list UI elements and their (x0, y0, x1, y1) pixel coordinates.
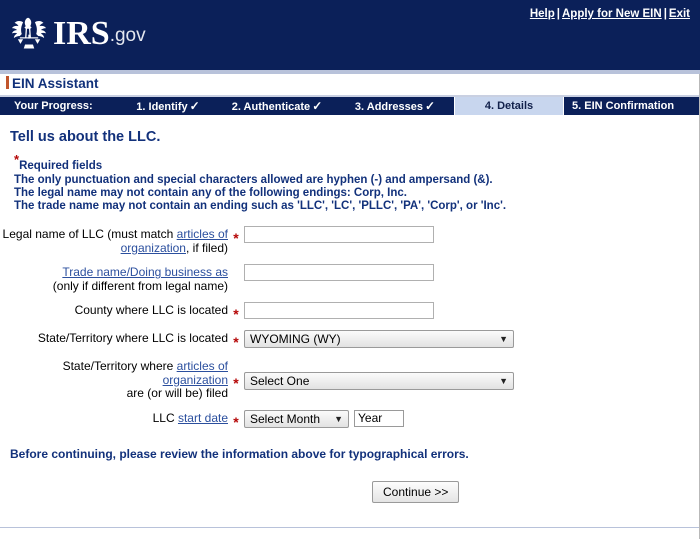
progress-step-addresses[interactable]: 3. Addresses ✓ (336, 97, 454, 115)
required-fields-text: Required fields (19, 159, 103, 172)
legal-name-input[interactable] (244, 226, 434, 244)
instructions-block: *Required fields The only punctuation an… (14, 153, 699, 212)
start-date-month-select[interactable]: Select Month ▼ (244, 409, 349, 428)
field-row-legal-name: Legal name of LLC (must match articles o… (0, 226, 699, 255)
progress-step-authenticate[interactable]: 2. Authenticate ✓ (218, 97, 336, 115)
irs-logo[interactable]: IRS .gov (8, 13, 146, 55)
start-date-year-input[interactable] (354, 409, 404, 427)
irs-wordmark: IRS (53, 15, 110, 52)
county-required-marker: * (233, 306, 239, 323)
instruction-line-1: The only punctuation and special charact… (14, 174, 493, 187)
legal-name-required-marker: * (233, 230, 239, 247)
start-date-label-pre: LLC (152, 410, 178, 425)
start-date-label: LLC start date (0, 410, 228, 426)
required-fields-note: *Required fields (14, 153, 699, 172)
start-date-required-marker: * (233, 413, 239, 430)
progress-step-identify[interactable]: 1. Identify ✓ (118, 97, 218, 115)
state-located-selected-value: WYOMING (WY) (250, 332, 341, 347)
start-date-controls: Select Month ▼ (244, 409, 699, 428)
irs-gov-suffix: .gov (109, 25, 146, 46)
legal-name-label-post: , if filed) (185, 240, 228, 255)
site-header: IRS .gov Help | Apply for New EIN | Exit (0, 0, 700, 70)
field-row-trade-name: Trade name/Doing business as (only if di… (0, 264, 699, 293)
county-label: County where LLC is located (74, 303, 228, 318)
progress-step-addresses-label: 3. Addresses (354, 101, 423, 113)
progress-step-ein-confirmation[interactable]: 5. EIN Confirmation (564, 97, 688, 115)
state-located-required-marker: * (233, 334, 239, 351)
progress-step-details[interactable]: 4. Details (454, 97, 564, 115)
state-filed-label: State/Territory where articles of organi… (0, 358, 228, 401)
state-located-label: State/Territory where LLC is located (37, 331, 228, 346)
trade-name-sublabel: (only if different from legal name) (52, 278, 228, 293)
county-input[interactable] (244, 302, 434, 320)
title-accent-mark (6, 76, 9, 89)
instruction-line-3: The trade name may not contain an ending… (14, 199, 507, 212)
progress-tracker: Your Progress: 1. Identify ✓ 2. Authentic… (0, 97, 699, 115)
check-icon: ✓ (189, 99, 200, 113)
nav-separator-2: | (663, 8, 667, 20)
utility-nav: Help | Apply for New EIN | Exit (530, 8, 690, 20)
app-title-bar: EIN Assistant (0, 74, 699, 97)
trade-name-input[interactable] (244, 264, 434, 282)
review-warning: Before continuing, please review the inf… (10, 446, 469, 461)
main-content: Tell us about the LLC. *Required fields … (0, 129, 699, 503)
state-filed-label-post: are (or will be) filed (126, 386, 228, 401)
trade-name-required-marker (228, 264, 244, 267)
field-row-county: County where LLC is located * (0, 302, 699, 323)
help-link[interactable]: Help (530, 8, 555, 20)
exit-link[interactable]: Exit (669, 8, 690, 20)
apply-for-new-ein-link[interactable]: Apply for New EIN (562, 8, 662, 20)
llc-details-form: Legal name of LLC (must match articles o… (0, 226, 699, 430)
nav-separator-1: | (556, 8, 560, 20)
start-date-link[interactable]: start date (178, 411, 228, 425)
state-filed-required-marker: * (233, 375, 239, 392)
section-heading: Tell us about the LLC. (10, 129, 161, 145)
progress-step-ein-confirmation-label: 5. EIN Confirmation (572, 100, 675, 112)
continue-button[interactable]: Continue >> (372, 480, 460, 503)
progress-step-details-label: 4. Details (484, 100, 534, 112)
progress-step-authenticate-label: 2. Authenticate (231, 101, 311, 113)
footer-divider (0, 527, 699, 528)
state-located-select[interactable]: WYOMING (WY) ▼ (244, 330, 514, 349)
state-filed-label-pre: State/Territory where (62, 359, 177, 374)
check-icon: ✓ (425, 99, 436, 113)
form-actions: Continue >> (0, 480, 699, 503)
check-icon: ✓ (312, 99, 323, 113)
legal-name-label: Legal name of LLC (must match articles o… (0, 226, 228, 255)
progress-step-identify-label: 1. Identify (136, 101, 188, 113)
irs-seal-icon (11, 17, 47, 49)
start-date-month-value: Select Month (250, 411, 321, 426)
page-title: EIN Assistant (12, 76, 99, 91)
legal-name-label-pre: Legal name of LLC (must match (2, 227, 177, 242)
chevron-down-icon: ▼ (499, 376, 508, 387)
state-filed-selected-value: Select One (250, 374, 310, 389)
state-filed-select[interactable]: Select One ▼ (244, 372, 514, 391)
chevron-down-icon: ▼ (499, 334, 508, 345)
field-row-state-filed: State/Territory where articles of organi… (0, 358, 699, 401)
page-content: EIN Assistant Your Progress: 1. Identify… (0, 74, 700, 539)
chevron-down-icon: ▼ (334, 413, 343, 424)
instruction-line-2: The legal name may not contain any of th… (14, 187, 407, 200)
progress-label: Your Progress: (14, 100, 93, 112)
trade-name-label: Trade name/Doing business as (only if di… (0, 264, 228, 293)
trade-name-link[interactable]: Trade name/Doing business as (62, 265, 228, 279)
field-row-start-date: LLC start date * Select Month ▼ (0, 409, 699, 430)
field-row-state-located: State/Territory where LLC is located * W… (0, 330, 699, 351)
